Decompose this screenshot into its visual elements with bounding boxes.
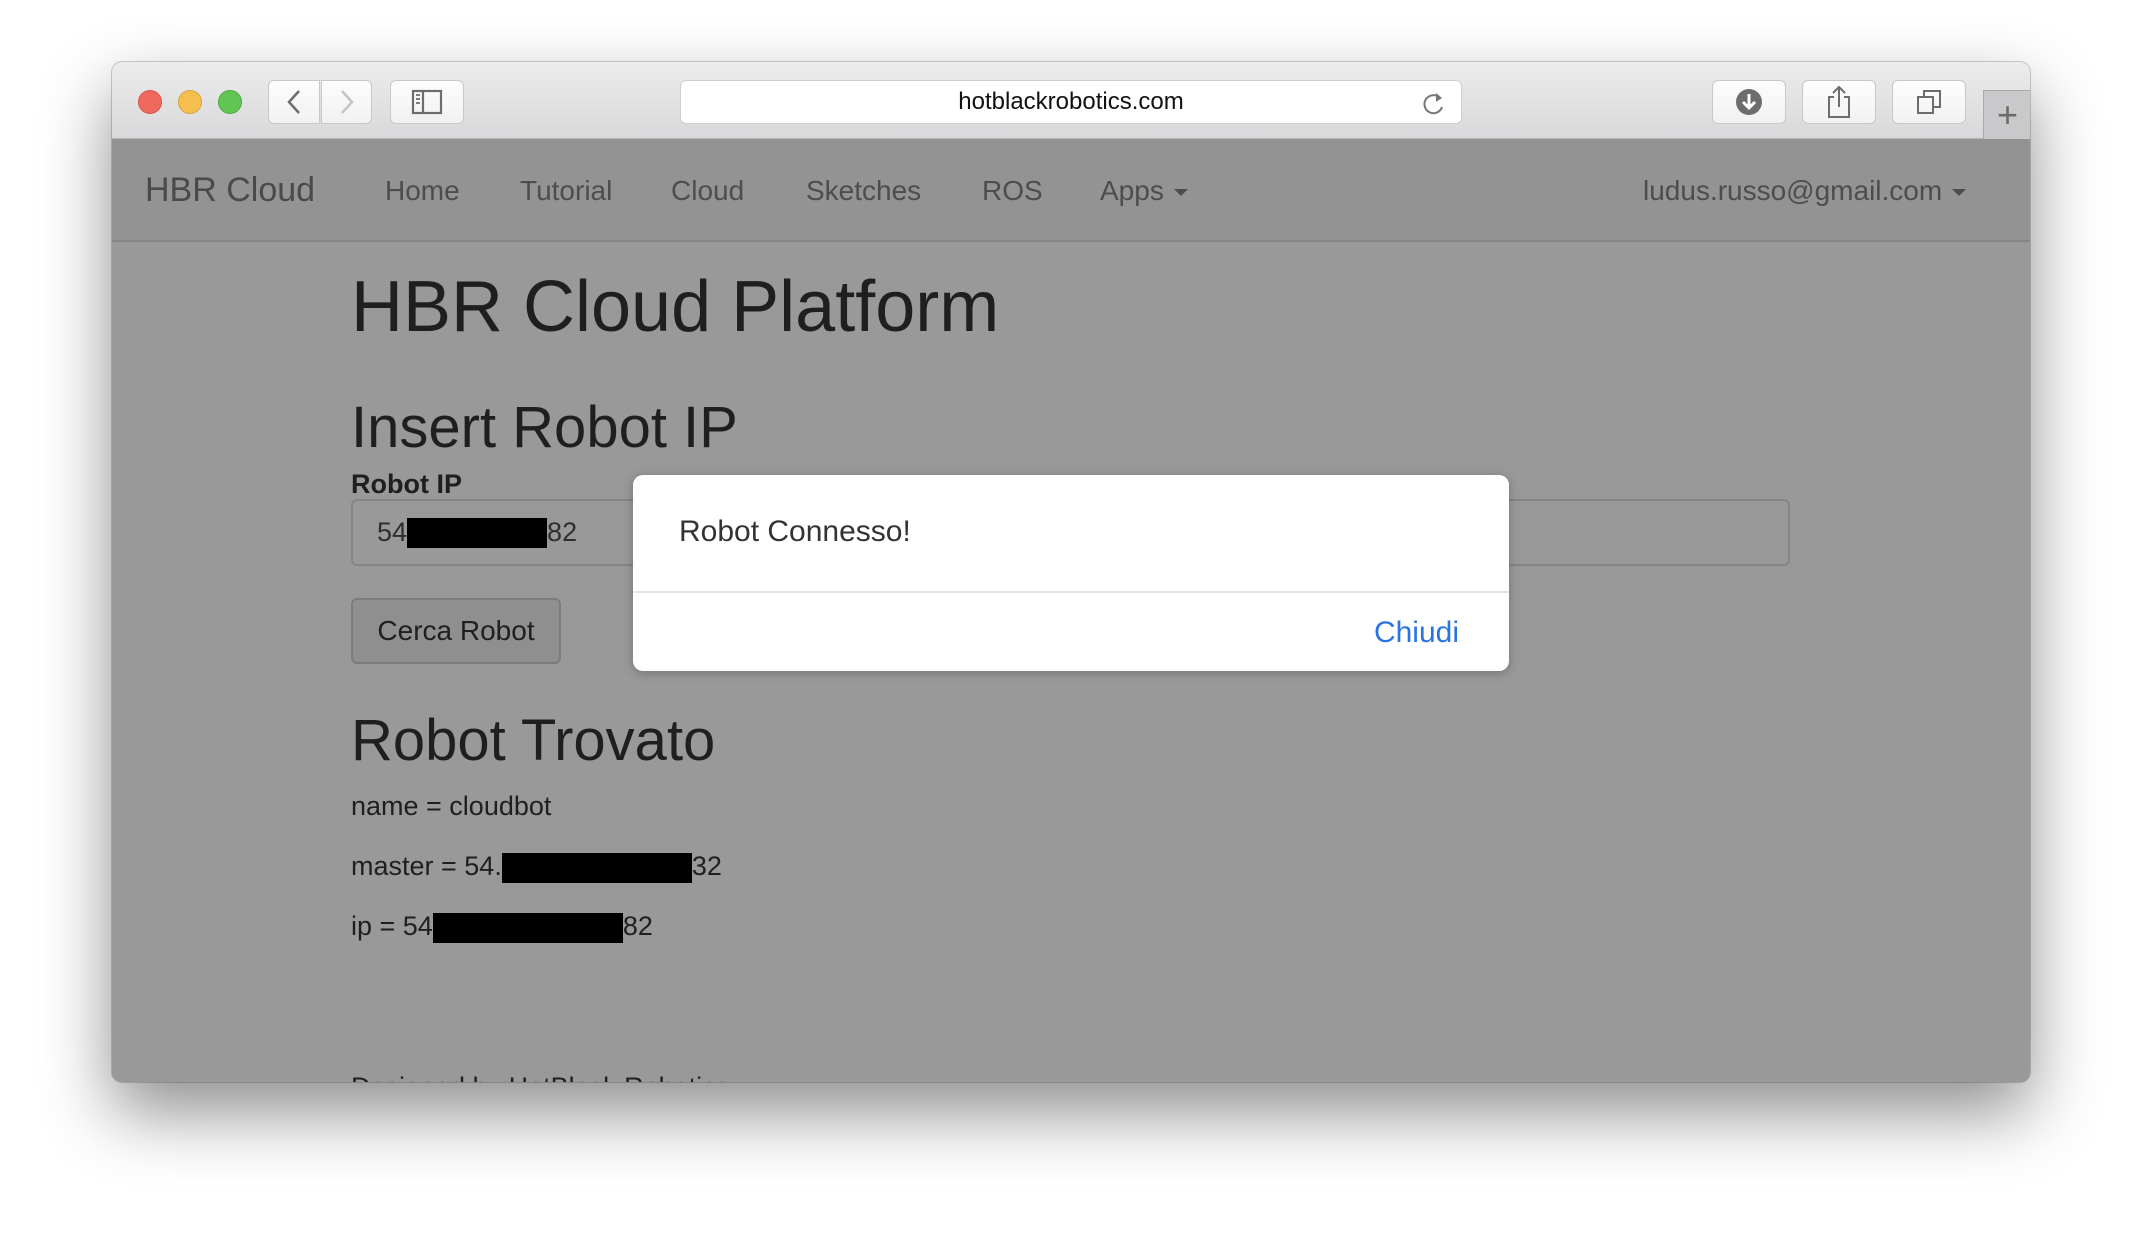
ip-suffix: 82 bbox=[547, 517, 578, 547]
redaction-bar bbox=[432, 912, 623, 943]
caret-down-icon bbox=[1952, 189, 1967, 197]
share-button[interactable] bbox=[1802, 80, 1876, 124]
robot-ip: ip = 54 82 bbox=[351, 911, 653, 943]
reload-icon[interactable] bbox=[1421, 89, 1447, 119]
ip-suffix: 82 bbox=[622, 911, 653, 941]
nav-item-home[interactable]: Home bbox=[385, 175, 460, 207]
forward-button[interactable] bbox=[321, 80, 372, 124]
robot-master: master = 54. 32 bbox=[351, 851, 722, 883]
robot-found-heading: Robot Trovato bbox=[351, 708, 716, 773]
browser-toolbar: hotblackrobotics.com + bbox=[112, 62, 2030, 139]
search-robot-button[interactable]: Cerca Robot bbox=[351, 598, 561, 664]
tabs-icon bbox=[1915, 88, 1943, 116]
chevron-left-icon bbox=[284, 88, 304, 116]
sidebar-toggle-button[interactable] bbox=[390, 80, 464, 124]
dialog-message: Robot Connesso! bbox=[679, 515, 911, 548]
browser-window: hotblackrobotics.com + HBR Cloud Home Tu… bbox=[112, 62, 2030, 1082]
close-window-button[interactable] bbox=[138, 90, 162, 114]
new-tab-button[interactable]: + bbox=[1983, 90, 2030, 139]
share-icon bbox=[1826, 85, 1852, 119]
user-menu[interactable]: ludus.russo@gmail.com bbox=[1643, 175, 1967, 207]
alert-dialog: Robot Connesso! Chiudi bbox=[633, 475, 1509, 671]
apps-label: Apps bbox=[1100, 175, 1164, 206]
web-page: HBR Cloud Home Tutorial Cloud Sketches R… bbox=[112, 139, 2030, 1082]
chevron-right-icon bbox=[337, 88, 357, 116]
nav-item-cloud[interactable]: Cloud bbox=[671, 175, 744, 207]
url-text: hotblackrobotics.com bbox=[958, 88, 1184, 115]
download-icon bbox=[1734, 87, 1764, 117]
footer-text: Designed by HotBlack Robotics bbox=[351, 1072, 729, 1082]
robot-ip-label: Robot IP bbox=[351, 469, 462, 499]
address-bar[interactable]: hotblackrobotics.com bbox=[680, 80, 1462, 124]
site-navbar: HBR Cloud Home Tutorial Cloud Sketches R… bbox=[112, 139, 2030, 242]
back-button[interactable] bbox=[268, 80, 320, 124]
nav-item-sketches[interactable]: Sketches bbox=[806, 175, 921, 207]
page-title: HBR Cloud Platform bbox=[351, 267, 1000, 347]
robot-name: name = cloudbot bbox=[351, 791, 552, 821]
brand-link[interactable]: HBR Cloud bbox=[145, 171, 315, 210]
maximize-window-button[interactable] bbox=[218, 90, 242, 114]
downloads-button[interactable] bbox=[1712, 80, 1786, 124]
redaction-bar bbox=[501, 852, 692, 883]
show-tabs-button[interactable] bbox=[1892, 80, 1966, 124]
caret-down-icon bbox=[1173, 189, 1188, 197]
user-email: ludus.russo@gmail.com bbox=[1643, 175, 1943, 206]
master-prefix: master = 54. bbox=[351, 851, 502, 881]
nav-item-tutorial[interactable]: Tutorial bbox=[520, 175, 612, 207]
insert-ip-heading: Insert Robot IP bbox=[351, 395, 738, 460]
minimize-window-button[interactable] bbox=[178, 90, 202, 114]
sidebar-icon bbox=[411, 89, 443, 115]
ip-prefix: 54 bbox=[377, 517, 408, 547]
nav-item-apps[interactable]: Apps bbox=[1100, 175, 1188, 207]
close-dialog-button[interactable]: Chiudi bbox=[1374, 616, 1459, 650]
nav-item-ros[interactable]: ROS bbox=[982, 175, 1043, 207]
ip-prefix: ip = 54 bbox=[351, 911, 433, 941]
redaction-bar bbox=[407, 517, 548, 548]
master-suffix: 32 bbox=[691, 851, 722, 881]
dialog-divider bbox=[633, 591, 1509, 593]
plus-icon: + bbox=[1996, 94, 2019, 135]
